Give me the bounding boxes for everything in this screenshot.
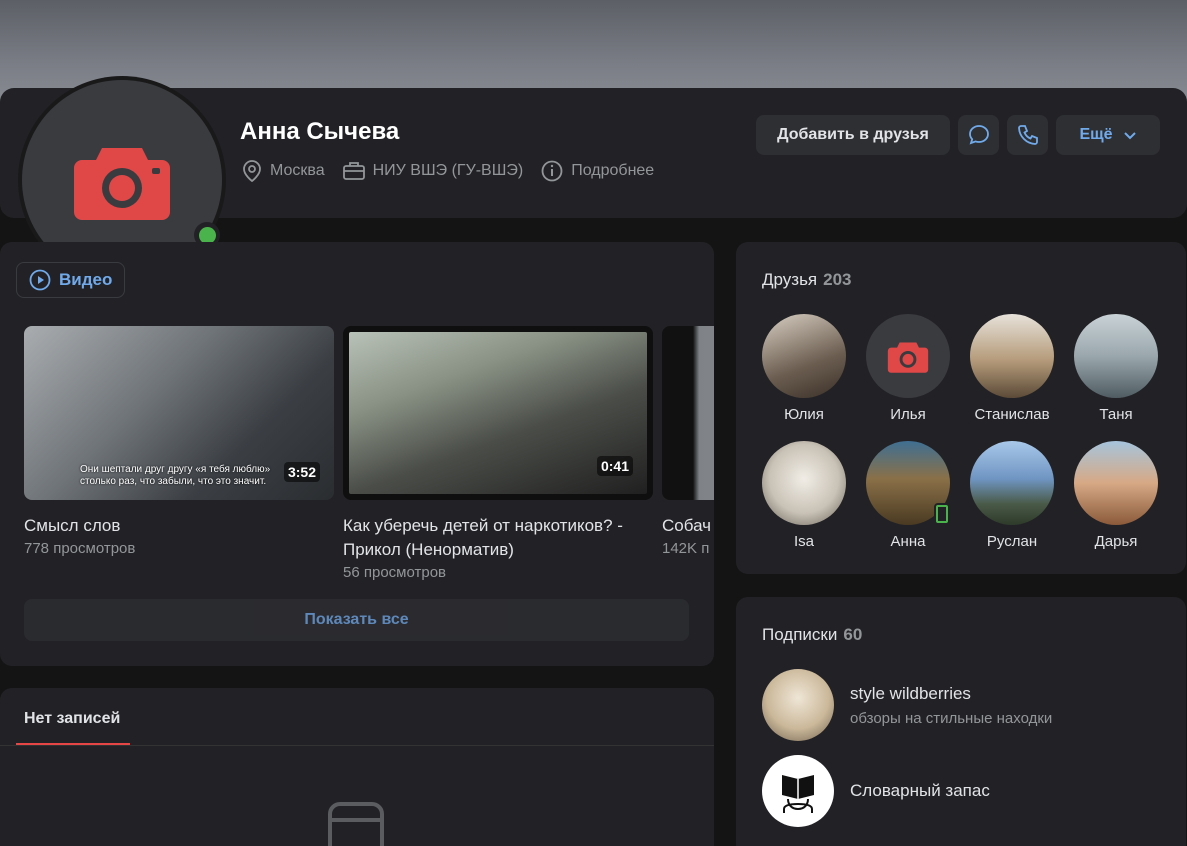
mobile-online-icon bbox=[934, 503, 950, 525]
subscription-item[interactable]: style wildberries обзоры на стильные нах… bbox=[762, 669, 1052, 741]
friend-name[interactable]: Дарья bbox=[1074, 533, 1158, 550]
video-tab[interactable]: Видео bbox=[16, 262, 125, 298]
video-title[interactable]: Собач bbox=[662, 514, 714, 538]
add-friend-button[interactable]: Добавить в друзья bbox=[756, 115, 950, 155]
profile-actions: Добавить в друзья Ещё bbox=[756, 115, 1160, 155]
profile-name: Анна Сычева bbox=[240, 118, 400, 145]
video-thumbnail[interactable]: Они шептали друг другу «я тебя люблю» ст… bbox=[24, 326, 334, 500]
info-icon bbox=[541, 160, 563, 182]
video-item[interactable]: 0:41 Как уберечь детей от наркотиков? - … bbox=[343, 326, 653, 581]
profile-meta: Москва НИУ ВШЭ (ГУ-ВШЭ) Подробнее bbox=[242, 160, 654, 182]
subscription-item[interactable]: Словарный запас bbox=[762, 755, 1052, 827]
video-subtitle-overlay: Они шептали друг другу «я тебя люблю» ст… bbox=[80, 464, 271, 487]
camera-icon bbox=[74, 148, 170, 220]
friends-section: Друзья 203 Юлия Илья Станислав Таня Isa … bbox=[736, 242, 1186, 574]
subscriptions-count: 60 bbox=[843, 625, 863, 644]
subscription-name[interactable]: Словарный запас bbox=[850, 781, 990, 801]
book-reader-icon bbox=[782, 775, 814, 813]
friend-avatar[interactable] bbox=[866, 441, 950, 525]
video-item[interactable]: Собач 142K п bbox=[662, 326, 714, 581]
friends-title[interactable]: Друзья 203 bbox=[762, 270, 852, 290]
camera-icon bbox=[887, 342, 929, 373]
friend-avatar[interactable] bbox=[1074, 314, 1158, 398]
video-section: Видео Они шептали друг другу «я тебя люб… bbox=[0, 242, 714, 666]
profile-details-link[interactable]: Подробнее bbox=[541, 160, 654, 182]
friend-avatar[interactable] bbox=[866, 314, 950, 398]
location-pin-icon bbox=[243, 160, 261, 182]
call-button[interactable] bbox=[1007, 115, 1048, 155]
subscription-name[interactable]: style wildberries bbox=[850, 684, 1052, 704]
friend-item[interactable]: Анна bbox=[866, 441, 950, 550]
show-all-videos-button[interactable]: Показать все bbox=[24, 599, 689, 641]
tab-posts[interactable]: Нет записей bbox=[24, 710, 120, 728]
posts-section: Нет записей bbox=[0, 688, 714, 846]
friend-name[interactable]: Isa bbox=[762, 533, 846, 550]
video-title[interactable]: Смысл слов bbox=[24, 514, 334, 538]
profile-city: Москва bbox=[242, 160, 325, 182]
friend-item[interactable]: Руслан bbox=[970, 441, 1054, 550]
video-views: 56 просмотров bbox=[343, 564, 447, 581]
friend-item[interactable]: Дарья bbox=[1074, 441, 1158, 550]
friend-item[interactable]: Илья bbox=[866, 314, 950, 423]
video-thumbnail[interactable] bbox=[662, 326, 714, 500]
video-views: 778 просмотров bbox=[24, 540, 136, 557]
subscription-desc: обзоры на стильные находки bbox=[850, 709, 1053, 727]
message-icon bbox=[968, 125, 989, 145]
video-list: Они шептали друг другу «я тебя люблю» ст… bbox=[24, 326, 714, 581]
friend-name[interactable]: Анна bbox=[866, 533, 950, 550]
friends-count: 203 bbox=[823, 270, 852, 289]
profile-university[interactable]: НИУ ВШЭ (ГУ-ВШЭ) bbox=[342, 161, 523, 181]
friend-avatar[interactable] bbox=[1074, 441, 1158, 525]
friend-name[interactable]: Станислав bbox=[970, 406, 1054, 423]
subscription-avatar[interactable] bbox=[762, 755, 834, 827]
subscription-avatar[interactable] bbox=[762, 669, 834, 741]
friend-avatar[interactable] bbox=[762, 441, 846, 525]
video-duration: 0:41 bbox=[596, 456, 633, 476]
friend-name[interactable]: Таня bbox=[1074, 406, 1158, 423]
video-item[interactable]: Они шептали друг другу «я тебя люблю» ст… bbox=[24, 326, 334, 581]
friend-avatar[interactable] bbox=[762, 314, 846, 398]
phone-icon bbox=[1017, 125, 1038, 145]
divider bbox=[0, 745, 714, 746]
friend-name[interactable]: Руслан bbox=[970, 533, 1054, 550]
video-thumbnail[interactable]: 0:41 bbox=[343, 326, 653, 500]
subscriptions-title[interactable]: Подписки 60 bbox=[762, 625, 862, 645]
profile-header: Анна Сычева Москва НИУ ВШЭ (ГУ-ВШЭ) Подр… bbox=[0, 76, 1187, 284]
subscriptions-section: Подписки 60 style wildberries обзоры на с… bbox=[736, 597, 1186, 846]
more-button[interactable]: Ещё bbox=[1056, 115, 1160, 155]
friend-item[interactable]: Юлия bbox=[762, 314, 846, 423]
subscriptions-list: style wildberries обзоры на стильные нах… bbox=[762, 669, 1052, 841]
friend-name[interactable]: Юлия bbox=[762, 406, 846, 423]
video-title[interactable]: Как уберечь детей от наркотиков? - Прико… bbox=[343, 514, 653, 562]
friend-avatar[interactable] bbox=[970, 441, 1054, 525]
briefcase-icon bbox=[342, 162, 365, 180]
message-button[interactable] bbox=[958, 115, 999, 155]
friend-item[interactable]: Isa bbox=[762, 441, 846, 550]
friends-grid: Юлия Илья Станислав Таня Isa Анна Руслан… bbox=[762, 314, 1158, 550]
play-circle-icon bbox=[29, 269, 51, 291]
video-views: 142K п bbox=[662, 540, 710, 557]
friend-avatar[interactable] bbox=[970, 314, 1054, 398]
friend-name[interactable]: Илья bbox=[866, 406, 950, 423]
friend-item[interactable]: Таня bbox=[1074, 314, 1158, 423]
video-duration: 3:52 bbox=[283, 462, 320, 482]
empty-posts-icon bbox=[328, 802, 384, 846]
chevron-down-icon bbox=[1123, 132, 1136, 140]
friend-item[interactable]: Станислав bbox=[970, 314, 1054, 423]
